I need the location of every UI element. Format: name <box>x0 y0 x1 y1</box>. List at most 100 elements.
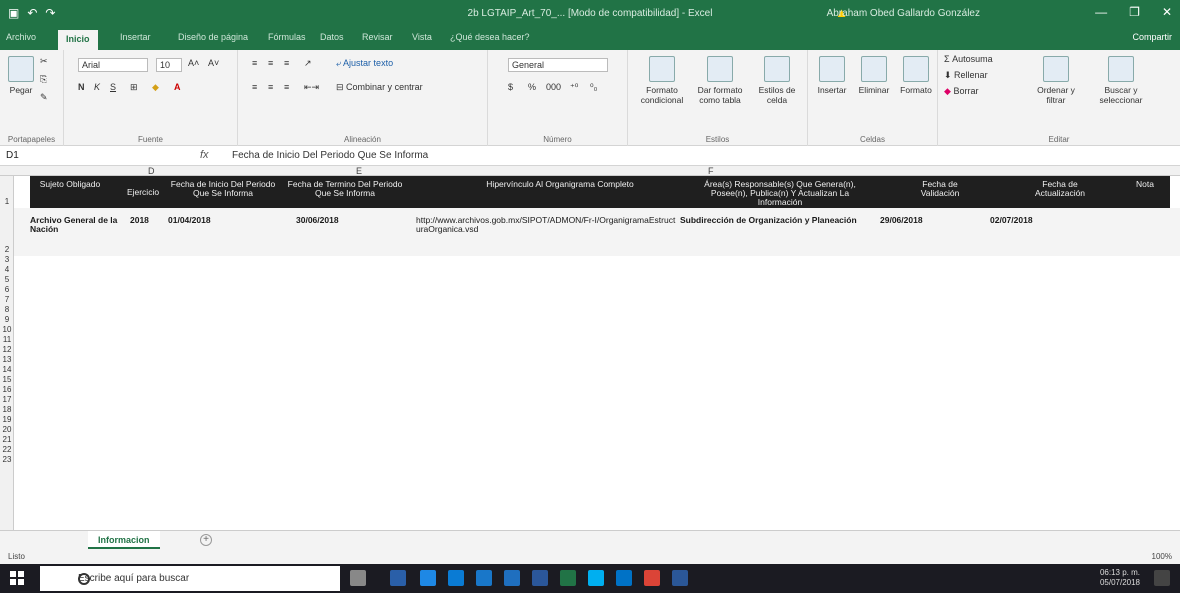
row-number[interactable]: 19 <box>0 416 14 424</box>
close-icon[interactable]: ✕ <box>1162 5 1172 19</box>
row-number[interactable]: 4 <box>0 266 14 274</box>
paste-button[interactable]: Pegar <box>6 56 36 95</box>
row-number[interactable]: 10 <box>0 326 14 334</box>
internet-explorer-icon[interactable] <box>504 570 520 586</box>
worksheet-grid[interactable]: D E F Sujeto Obligado Ejercicio Fecha de… <box>0 166 1180 530</box>
borders-icon[interactable]: ⊞ <box>130 82 138 93</box>
delete-cells-button[interactable]: Eliminar <box>854 56 894 95</box>
excel-icon[interactable] <box>560 570 576 586</box>
row-number[interactable]: 6 <box>0 286 14 294</box>
column-header[interactable]: D <box>148 166 155 176</box>
table-cell[interactable]: 2018 <box>130 216 149 225</box>
column-header[interactable]: E <box>356 166 362 176</box>
column-header[interactable]: F <box>708 166 714 176</box>
fill-color-icon[interactable]: ◆ <box>152 82 159 93</box>
bold-button[interactable]: N <box>78 82 85 92</box>
header-cell[interactable]: Fecha de Actualización <box>1020 180 1100 198</box>
sort-filter-button[interactable]: Ordenar y filtrar <box>1028 56 1084 105</box>
tab-diseno[interactable]: Diseño de página <box>178 32 248 42</box>
sheet-tab-informacion[interactable]: Informacion <box>88 531 160 549</box>
find-select-button[interactable]: Buscar y seleccionar <box>1088 56 1154 105</box>
conditional-format-button[interactable]: Formato condicional <box>634 56 690 105</box>
row-number[interactable]: 23 <box>0 456 14 464</box>
row-number[interactable]: 17 <box>0 396 14 404</box>
chrome-icon[interactable] <box>644 570 660 586</box>
align-left-icon[interactable]: ≡ <box>252 82 257 92</box>
table-cell[interactable]: Subdirección de Organización y Planeació… <box>680 216 876 225</box>
copy-icon[interactable]: ⎘ <box>40 74 47 85</box>
tab-inicio[interactable]: Inicio <box>58 30 98 50</box>
table-cell[interactable]: http://www.archivos.gob.mx/SIPOT/ADMON/F… <box>416 216 678 234</box>
format-as-table-button[interactable]: Dar formato como tabla <box>692 56 748 105</box>
table-cell[interactable]: 29/06/2018 <box>880 216 923 225</box>
comma-style-icon[interactable]: 000 <box>546 82 561 92</box>
taskbar-clock[interactable]: 06:13 p. m. 05/07/2018 <box>1100 568 1140 588</box>
row-number[interactable]: 16 <box>0 386 14 394</box>
add-sheet-icon[interactable]: + <box>200 534 212 546</box>
font-name-select[interactable]: Arial <box>78 58 148 72</box>
name-box[interactable]: D1 <box>6 150 66 161</box>
maximize-icon[interactable]: ❐ <box>1129 5 1140 19</box>
fx-icon[interactable]: fx <box>200 149 209 161</box>
decrease-decimal-icon[interactable]: ⁰₀ <box>590 82 597 93</box>
edge-icon[interactable] <box>420 570 436 586</box>
tab-vista[interactable]: Vista <box>412 32 432 42</box>
wrap-text-button[interactable]: ⤶ Ajustar texto <box>336 58 393 69</box>
increase-decimal-icon[interactable]: ⁺⁰ <box>570 82 578 93</box>
tab-archivo[interactable]: Archivo <box>6 32 36 42</box>
align-top-icon[interactable]: ≡ <box>252 58 257 68</box>
row-number[interactable]: 9 <box>0 316 14 324</box>
header-cell[interactable]: Fecha de Inicio Del Periodo Que Se Infor… <box>164 180 282 198</box>
zoom-level[interactable]: 100% <box>1152 552 1172 561</box>
header-cell[interactable]: Fecha de Termino Del Periodo Que Se Info… <box>286 180 404 198</box>
cell-styles-button[interactable]: Estilos de celda <box>750 56 804 105</box>
tab-revisar[interactable]: Revisar <box>362 32 393 42</box>
fill-button[interactable]: ⬇ Rellenar <box>944 70 988 81</box>
decrease-font-icon[interactable]: A˅ <box>208 58 219 68</box>
align-right-icon[interactable]: ≡ <box>284 82 289 92</box>
minimize-icon[interactable]: — <box>1095 5 1107 19</box>
word-icon[interactable] <box>532 570 548 586</box>
header-cell[interactable]: Ejercicio <box>122 188 164 197</box>
row-number[interactable]: 3 <box>0 256 14 264</box>
formula-input[interactable]: Fecha de Inicio Del Periodo Que Se Infor… <box>232 150 428 161</box>
percent-icon[interactable]: % <box>528 82 536 92</box>
store-icon[interactable] <box>476 570 492 586</box>
format-painter-icon[interactable]: ✎ <box>40 92 48 103</box>
table-cell[interactable]: 02/07/2018 <box>990 216 1033 225</box>
align-middle-icon[interactable]: ≡ <box>268 58 273 68</box>
tab-insertar[interactable]: Insertar <box>120 32 151 42</box>
cut-icon[interactable]: ✂ <box>40 56 48 67</box>
clear-button[interactable]: ◆ Borrar <box>944 86 978 97</box>
notifications-icon[interactable] <box>1154 570 1170 586</box>
microphone-icon[interactable] <box>350 570 366 586</box>
tell-me-search[interactable]: ¿Qué desea hacer? <box>450 32 530 42</box>
row-number[interactable]: 1 <box>0 198 14 206</box>
autosum-button[interactable]: Σ Autosuma <box>944 54 993 64</box>
merge-center-button[interactable]: ⊟ Combinar y centrar <box>336 82 423 93</box>
format-cells-button[interactable]: Formato <box>896 56 936 95</box>
row-number[interactable]: 22 <box>0 446 14 454</box>
row-number[interactable]: 21 <box>0 436 14 444</box>
row-number[interactable]: 2 <box>0 246 14 254</box>
row-number[interactable]: 20 <box>0 426 14 434</box>
table-cell[interactable]: 01/04/2018 <box>168 216 211 225</box>
align-bottom-icon[interactable]: ≡ <box>284 58 289 68</box>
row-number[interactable]: 7 <box>0 296 14 304</box>
windows-start-icon[interactable] <box>10 571 24 585</box>
row-number[interactable]: 11 <box>0 336 14 344</box>
user-name[interactable]: Abraham Obed Gallardo González <box>827 8 980 19</box>
header-cell[interactable]: Fecha de Validación <box>910 180 970 198</box>
task-view-icon[interactable] <box>390 570 406 586</box>
row-number[interactable]: 15 <box>0 376 14 384</box>
row-number[interactable]: 13 <box>0 356 14 364</box>
share-button[interactable]: Compartir <box>1132 32 1172 42</box>
insert-cells-button[interactable]: Insertar <box>812 56 852 95</box>
indent-icon[interactable]: ⇤⇥ <box>304 82 319 93</box>
table-cell[interactable]: 30/06/2018 <box>296 216 339 225</box>
header-cell[interactable]: Nota <box>1130 180 1160 189</box>
number-format-select[interactable]: General <box>508 58 608 72</box>
header-cell[interactable]: Hipervínculo Al Organigrama Completo <box>430 180 690 189</box>
row-number[interactable]: 8 <box>0 306 14 314</box>
header-cell[interactable]: Sujeto Obligado <box>30 180 110 189</box>
